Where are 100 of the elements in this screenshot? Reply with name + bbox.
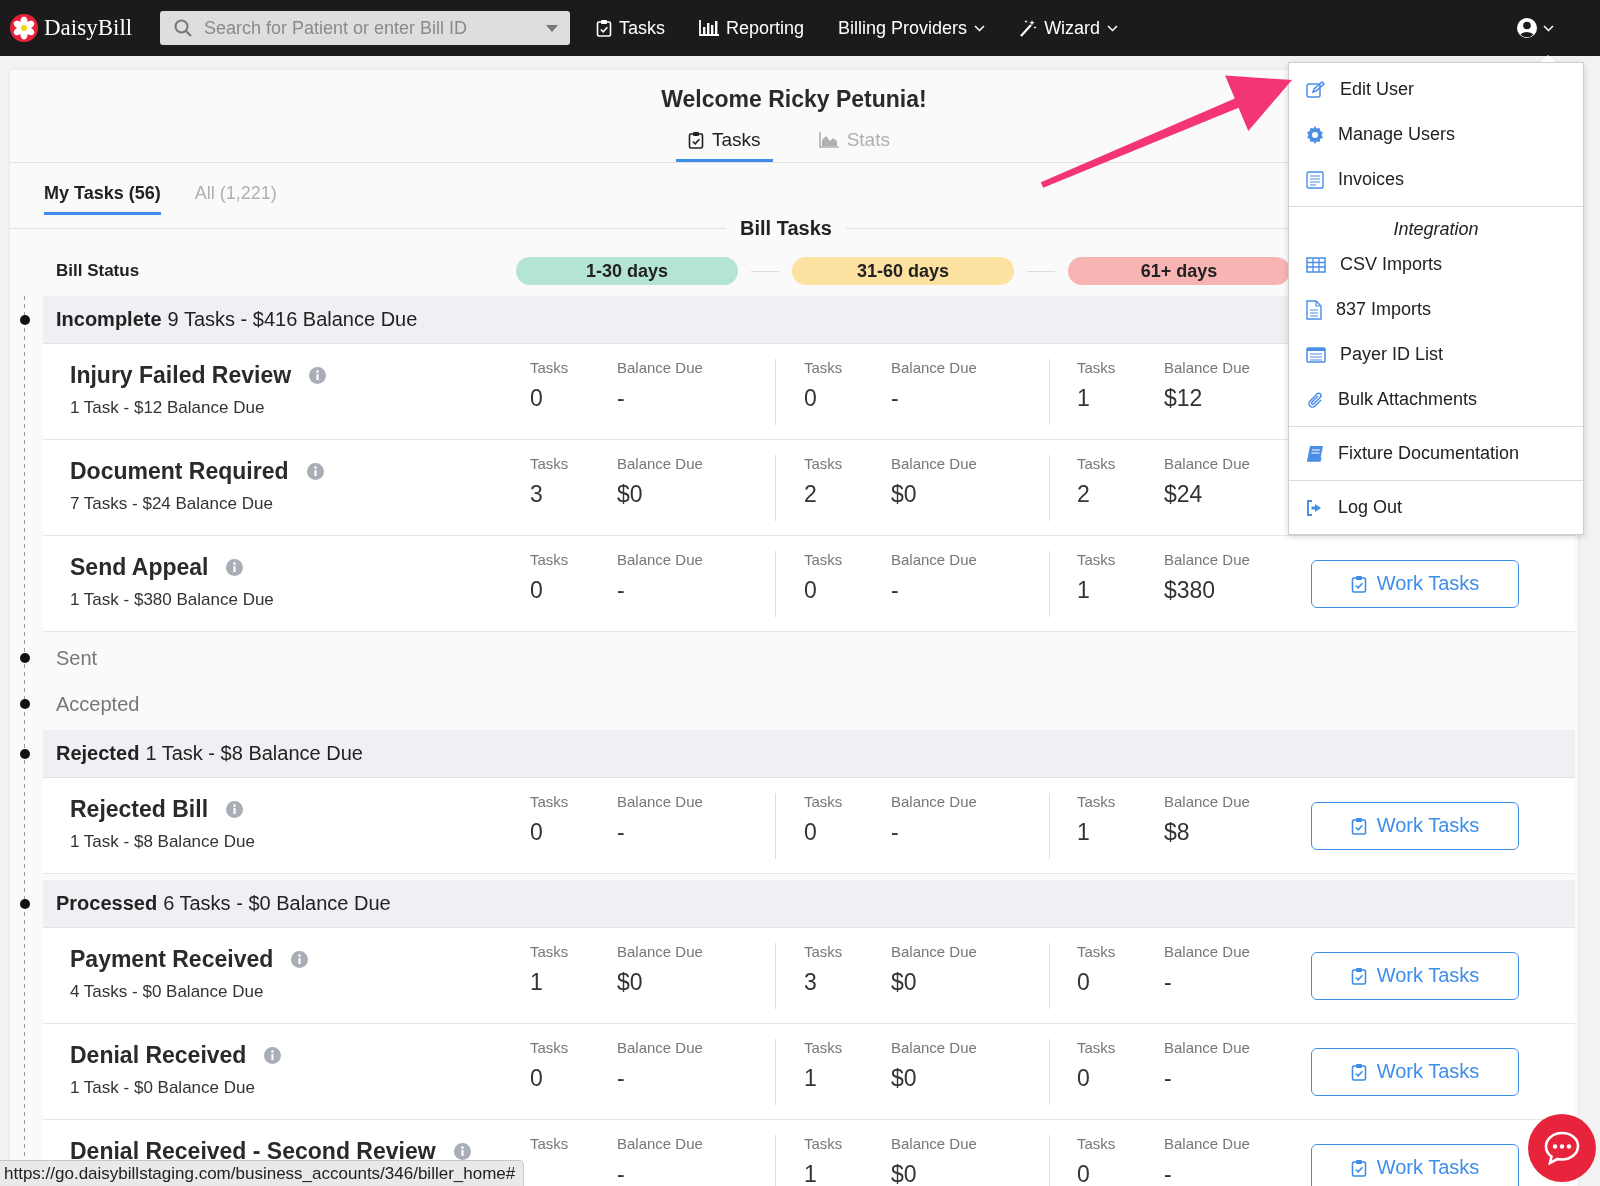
status-url: https://go.daisybillstaging.com/business_accounts/346/biller_home# bbox=[0, 1160, 525, 1186]
logo-text: DaisyBill bbox=[44, 15, 133, 41]
task-title: Payment Received bbox=[70, 946, 274, 973]
column-label: Balance Due bbox=[1164, 358, 1250, 376]
column-label: Tasks bbox=[804, 550, 844, 568]
balance-value: $0 bbox=[891, 1064, 918, 1092]
column-label: Tasks bbox=[1077, 454, 1117, 472]
balance-value: $0 bbox=[617, 968, 644, 996]
balance-value: - bbox=[617, 384, 626, 412]
magic-wand-icon bbox=[1019, 19, 1038, 37]
balance-value: - bbox=[891, 818, 900, 846]
table-icon bbox=[1306, 256, 1326, 273]
group-summary: 1 Task - $8 Balance Due bbox=[145, 742, 363, 765]
user-icon bbox=[1516, 17, 1538, 39]
menu-item[interactable]: CSV Imports bbox=[1289, 242, 1583, 287]
timeline-dot bbox=[20, 699, 30, 709]
menu-item[interactable]: Edit User bbox=[1289, 67, 1583, 112]
column-label: Tasks bbox=[530, 358, 570, 376]
balance-value: - bbox=[617, 818, 626, 846]
column-label: Tasks bbox=[804, 792, 844, 810]
menu-item[interactable]: Fixture Documentation bbox=[1289, 431, 1583, 476]
nav-link[interactable]: Reporting bbox=[699, 17, 805, 39]
task-count: 0 bbox=[1077, 1064, 1091, 1092]
balance-value: - bbox=[617, 1160, 626, 1186]
clipboard-icon bbox=[688, 131, 705, 149]
column-label: Tasks bbox=[804, 1038, 844, 1056]
menu-item[interactable]: Bulk Attachments bbox=[1289, 377, 1583, 422]
group-name: Incomplete bbox=[56, 308, 162, 331]
chat-icon bbox=[1544, 1131, 1580, 1165]
task-summary: 7 Tasks - $24 Balance Due bbox=[70, 494, 274, 514]
search-icon bbox=[174, 19, 192, 37]
balance-value: $24 bbox=[1164, 480, 1204, 508]
column-label: Tasks bbox=[804, 1134, 844, 1152]
balance-value: - bbox=[891, 384, 900, 412]
column-label: Tasks bbox=[804, 358, 844, 376]
caret-icon bbox=[546, 25, 558, 32]
column-label: Balance Due bbox=[891, 792, 977, 810]
section-title: Bill Tasks bbox=[740, 217, 832, 240]
user-menu-toggle[interactable] bbox=[1516, 17, 1554, 39]
column-label: Tasks bbox=[530, 1134, 570, 1152]
task-count: 2 bbox=[804, 480, 818, 508]
invoice-icon bbox=[1306, 170, 1324, 189]
task-tab[interactable]: My Tasks (56) bbox=[44, 177, 161, 215]
balance-value: $0 bbox=[891, 968, 918, 996]
search-field[interactable]: Search for Patient or enter Bill ID bbox=[160, 11, 570, 45]
group-name: Processed bbox=[56, 892, 158, 915]
paperclip-icon bbox=[1306, 390, 1324, 409]
task-count: 0 bbox=[804, 818, 818, 846]
menu-item[interactable]: 837 Imports bbox=[1289, 287, 1583, 332]
column-label: Tasks bbox=[804, 942, 844, 960]
task-title: Document Required bbox=[70, 458, 289, 485]
column-label: Balance Due bbox=[891, 550, 977, 568]
menu-item[interactable]: Payer ID List bbox=[1289, 332, 1583, 377]
column-label: Balance Due bbox=[617, 792, 703, 810]
task-count: 1 bbox=[1077, 384, 1091, 412]
timeline-dot bbox=[20, 899, 30, 909]
timeline-dot bbox=[20, 315, 30, 325]
column-label: Tasks bbox=[530, 942, 570, 960]
task-count: 0 bbox=[530, 576, 544, 604]
task-summary: 1 Task - $380 Balance Due bbox=[70, 590, 275, 610]
column-label: Tasks bbox=[1077, 550, 1117, 568]
menu-item[interactable]: Manage Users bbox=[1289, 112, 1583, 157]
menu-item[interactable]: Invoices bbox=[1289, 157, 1583, 202]
nav-link[interactable]: Wizard bbox=[1019, 17, 1119, 39]
bill-status-label: Bill Status bbox=[56, 261, 141, 281]
group-summary: 6 Tasks - $0 Balance Due bbox=[163, 892, 391, 915]
view-tab[interactable]: Tasks bbox=[676, 129, 773, 162]
info-icon bbox=[291, 951, 309, 968]
info-icon bbox=[226, 801, 244, 818]
nav-link[interactable]: Tasks bbox=[596, 17, 665, 39]
task-summary: 4 Tasks - $0 Balance Due bbox=[70, 982, 265, 1002]
column-label: Balance Due bbox=[891, 1038, 977, 1056]
task-title: Send Appeal bbox=[70, 554, 209, 581]
column-label: Balance Due bbox=[1164, 454, 1250, 472]
clipboard-icon bbox=[1350, 966, 1367, 985]
column-label: Tasks bbox=[530, 792, 570, 810]
task-count: 0 bbox=[530, 384, 544, 412]
task-count: 0 bbox=[1077, 1160, 1091, 1186]
menu-heading: Integration bbox=[1392, 218, 1480, 241]
task-count: 3 bbox=[804, 968, 818, 996]
clipboard-icon bbox=[1350, 816, 1367, 835]
chevron-down-icon bbox=[1543, 24, 1554, 32]
group-summary: 9 Tasks - $416 Balance Due bbox=[167, 308, 418, 331]
task-count: 0 bbox=[530, 1064, 544, 1092]
column-label: Balance Due bbox=[617, 454, 703, 472]
age-pill: 1-30 days bbox=[516, 257, 738, 285]
task-count: 0 bbox=[530, 818, 544, 846]
column-label: Balance Due bbox=[891, 454, 977, 472]
column-label: Balance Due bbox=[1164, 1134, 1250, 1152]
column-label: Tasks bbox=[1077, 1038, 1117, 1056]
balance-value: $380 bbox=[1164, 576, 1217, 604]
balance-value: $0 bbox=[617, 480, 644, 508]
menu-item[interactable]: Log Out bbox=[1289, 485, 1583, 530]
flower-logo-icon bbox=[10, 14, 38, 42]
task-count: 1 bbox=[1077, 576, 1091, 604]
nav-link[interactable]: Billing Providers bbox=[838, 17, 986, 39]
task-count: 1 bbox=[804, 1160, 818, 1186]
column-label: Balance Due bbox=[617, 1134, 703, 1152]
column-label: Tasks bbox=[1077, 358, 1117, 376]
clipboard-icon bbox=[1350, 1158, 1367, 1177]
